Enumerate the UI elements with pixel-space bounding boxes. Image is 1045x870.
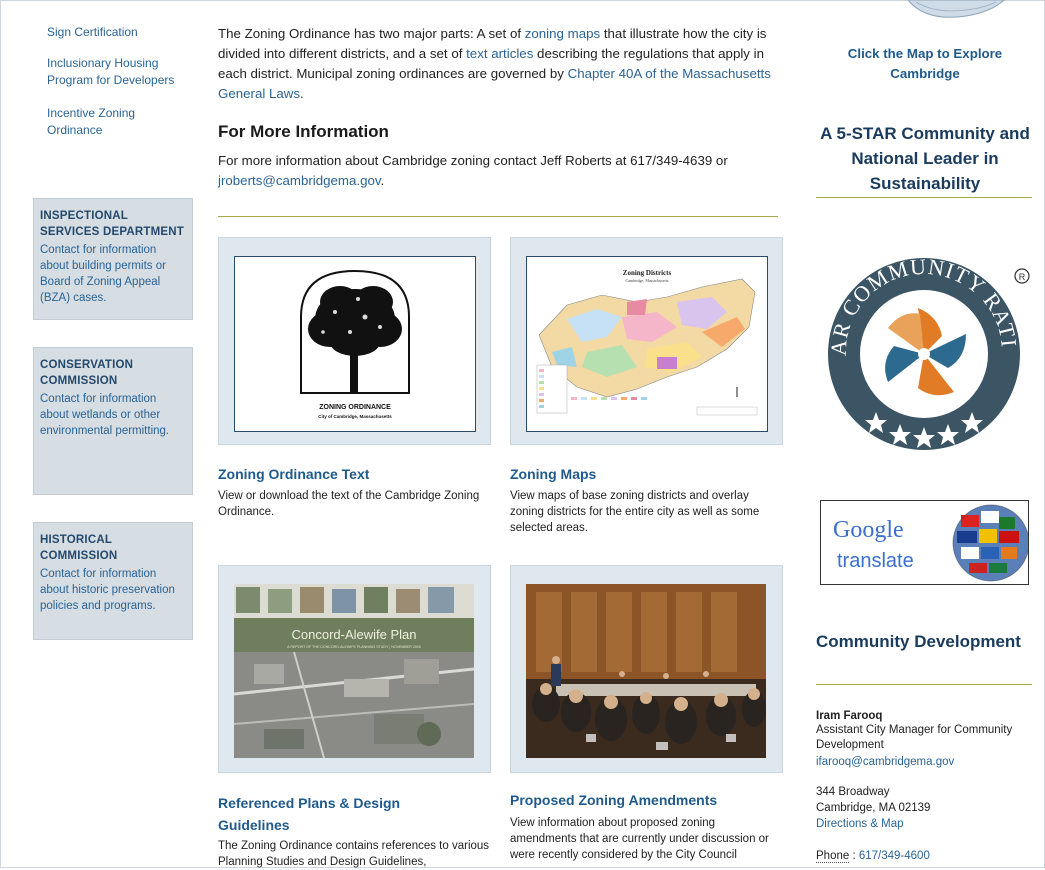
box-title: HISTORICAL COMMISSION — [40, 534, 118, 562]
box-title: CONSERVATION COMMISSION — [40, 359, 134, 387]
zoning-ordinance-text-link[interactable]: Zoning Ordinance Text — [218, 466, 369, 482]
address-line-2: Cambridge, MA 02139 — [816, 802, 931, 814]
address-line-1: 344 Broadway — [816, 786, 890, 798]
google-word: Google — [833, 517, 904, 543]
jroberts-email-link[interactable]: jroberts@cambridgema.gov — [218, 173, 381, 188]
zoning-ordinance-image[interactable]: ZONING ORDINANCE City of Cambridge, Mass… — [234, 256, 476, 432]
zoning-districts-map-image: Zoning Districts Cambridge, Massachusett… — [527, 257, 767, 431]
text-articles-link[interactable]: text articles — [466, 46, 533, 61]
box-text[interactable]: Contact for information about building p… — [40, 242, 186, 306]
cambridge-map-thumbnail[interactable] — [906, 0, 1006, 22]
contact-name: Iram Farooq — [816, 710, 883, 722]
proposed-amendments-image[interactable] — [526, 584, 766, 758]
zoning-maps-image[interactable]: Zoning Districts Cambridge, Massachusett… — [526, 256, 768, 432]
sidebar-link-inclusionary-housing[interactable]: Inclusionary Housing Program for Develop… — [47, 55, 182, 89]
council-meeting-photo — [526, 584, 766, 758]
more-info-paragraph: For more information about Cambridge zon… — [218, 151, 778, 191]
proposed-amendments-description: View information about proposed zoning a… — [510, 817, 769, 861]
divider — [816, 684, 1032, 685]
divider — [816, 197, 1032, 198]
phone-row: Phone : 617/349-4600 — [816, 849, 1031, 864]
box-title: INSPECTIONAL SERVICES DEPARTMENT — [40, 210, 184, 238]
intro-text: The Zoning Ordinance has two major parts… — [218, 26, 525, 41]
more-info-text: For more information about Cambridge zon… — [218, 153, 728, 168]
plan-subtitle: A REPORT OF THE CONCORD-ALEWIFE PLANNING… — [287, 645, 421, 649]
box-text[interactable]: Contact for information about wetlands o… — [40, 391, 186, 439]
zoning-maps-link[interactable]: Zoning Maps — [510, 466, 596, 482]
proposed-amendments-tile[interactable] — [510, 565, 783, 773]
google-translate-graphic: Google translate — [833, 504, 1030, 582]
zoning-ordinance-description: View or download the text of the Cambrid… — [218, 490, 480, 518]
svg-text:R: R — [1019, 272, 1026, 282]
five-star-heading: A 5-STAR Community and National Leader i… — [820, 124, 1030, 193]
intro-text: . — [300, 86, 304, 101]
proposed-amendments-link[interactable]: Proposed Zoning Amendments — [510, 792, 717, 808]
cover-subtitle: City of Cambridge, Massachusetts — [318, 414, 392, 419]
sidebar-link-sign-certification[interactable]: Sign Certification — [47, 24, 197, 41]
more-info-text: . — [380, 173, 385, 188]
zoning-ordinance-cover-image: ZONING ORDINANCE City of Cambridge, Mass… — [235, 257, 475, 431]
click-the-map-link[interactable]: Click the Map to Explore Cambridge — [816, 44, 1034, 84]
referenced-plans-link[interactable]: Referenced Plans & Design Guidelines — [218, 792, 458, 836]
historical-commission-box[interactable]: HISTORICAL COMMISSION Contact for inform… — [33, 522, 193, 640]
contact-title: Assistant City Manager for Community Dev… — [816, 724, 1013, 751]
zoning-maps-description: View maps of base zoning districts and o… — [510, 490, 760, 534]
conservation-commission-box[interactable]: CONSERVATION COMMISSION Contact for info… — [33, 347, 193, 495]
zoning-ordinance-tile[interactable]: ZONING ORDINANCE City of Cambridge, Mass… — [218, 237, 491, 445]
contact-email-link[interactable]: ifarooq@cambridgema.gov — [816, 755, 1031, 770]
map-title: Zoning Districts — [623, 269, 672, 277]
phone-label: Phone — [816, 850, 850, 863]
zoning-maps-link[interactable]: zoning maps — [525, 26, 600, 41]
sidebar-link-incentive-zoning[interactable]: Incentive Zoning Ordinance — [47, 105, 157, 139]
cover-title: ZONING ORDINANCE — [319, 404, 391, 411]
referenced-plans-description: The Zoning Ordinance contains references… — [218, 840, 490, 868]
inspectional-services-box[interactable]: INSPECTIONAL SERVICES DEPARTMENT Contact… — [33, 198, 193, 320]
directions-map-link[interactable]: Directions & Map — [816, 817, 1031, 832]
box-text[interactable]: Contact for information about historic p… — [40, 566, 186, 614]
referenced-plans-tile[interactable]: Concord-Alewife Plan A REPORT OF THE CON… — [218, 565, 491, 773]
plan-title: Concord-Alewife Plan — [291, 627, 416, 642]
intro-paragraph: The Zoning Ordinance has two major parts… — [218, 24, 778, 104]
phone-separator: : — [849, 850, 859, 862]
divider — [218, 216, 778, 217]
star-community-rating-badge[interactable]: STAR COMMUNITY RATING R — [816, 252, 1034, 452]
phone-link[interactable]: 617/349-4600 — [859, 850, 930, 862]
google-translate-widget[interactable]: Google translate — [820, 500, 1030, 585]
zoning-maps-tile[interactable]: Zoning Districts Cambridge, Massachusett… — [510, 237, 783, 445]
translate-word: translate — [837, 550, 914, 572]
referenced-plans-image[interactable]: Concord-Alewife Plan A REPORT OF THE CON… — [234, 584, 474, 758]
more-info-heading: For More Information — [218, 122, 389, 141]
concord-alewife-plan-image: Concord-Alewife Plan A REPORT OF THE CON… — [234, 584, 474, 758]
community-development-heading: Community Development — [816, 632, 1021, 651]
